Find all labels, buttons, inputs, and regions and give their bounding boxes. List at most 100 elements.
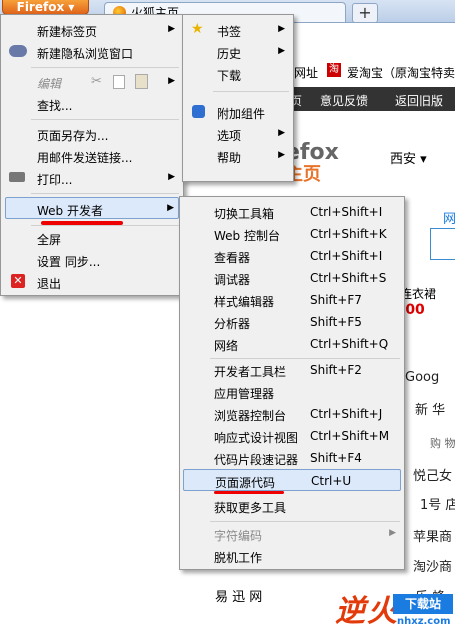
search-input[interactable]: [430, 228, 455, 260]
submenu-arrow-icon: ▶: [278, 150, 285, 160]
submenu-arrow-icon: ▶: [278, 46, 285, 56]
dev-item-shortcut: Ctrl+Shift+I: [310, 205, 383, 219]
watermark-badge: 下载站: [393, 594, 453, 614]
submenu-arrow-icon: ▶: [278, 128, 285, 138]
dev-item-shortcut: Shift+F2: [310, 363, 362, 377]
menu-item-email-link[interactable]: 用邮件发送链接...: [1, 145, 183, 167]
dev-item-page-source[interactable]: 页面源代码 Ctrl+U: [183, 469, 401, 491]
menu-item-find[interactable]: 查找...: [1, 93, 183, 115]
dev-item-label: Web 控制台: [214, 229, 280, 243]
menu-item-bookmarks[interactable]: ★ 书签 ▶: [183, 19, 293, 41]
promo-text[interactable]: 连衣裙: [400, 285, 436, 302]
menu-item-label: 页面另存为...: [37, 129, 109, 143]
dev-item-profiler[interactable]: 分析器 Shift+F5: [180, 311, 404, 333]
nav-item-old-version[interactable]: 返回旧版: [395, 92, 443, 109]
dev-item-toggle-toolbox[interactable]: 切换工具箱 Ctrl+Shift+I: [180, 201, 404, 223]
new-tab-button[interactable]: +: [352, 3, 378, 23]
dev-item-responsive-design[interactable]: 响应式设计视图 Ctrl+Shift+M: [180, 425, 404, 447]
dev-item-debugger[interactable]: 调试器 Ctrl+Shift+S: [180, 267, 404, 289]
menu-item-save-page[interactable]: 页面另存为...: [1, 123, 183, 145]
firefox-main-menu-right: ★ 书签 ▶ 历史 ▶ 下载 附加组件 选项 ▶ 帮助 ▶: [182, 14, 294, 182]
menu-item-label: 退出: [37, 277, 62, 291]
dev-item-label: 样式编辑器: [214, 295, 275, 309]
dev-item-scratchpad[interactable]: 代码片段速记器 Shift+F4: [180, 447, 404, 469]
dev-item-label: 分析器: [214, 317, 251, 331]
dev-item-work-offline[interactable]: 脱机工作: [180, 545, 404, 567]
copy-icon: [113, 75, 125, 89]
city-label: 西安: [390, 152, 417, 167]
bookmark-link[interactable]: 爱淘宝（原淘宝特卖: [347, 64, 455, 81]
menu-item-addons[interactable]: 附加组件: [183, 101, 293, 123]
menu-separator: [31, 67, 179, 68]
dev-item-label: 代码片段速记器: [214, 453, 299, 467]
menu-item-private-window[interactable]: 新建隐私浏览窗口: [1, 41, 183, 63]
dev-item-app-manager[interactable]: 应用管理器: [180, 381, 404, 403]
right-link[interactable]: 苹果商: [413, 526, 455, 545]
dev-item-shortcut: Ctrl+Shift+M: [310, 429, 390, 443]
dev-item-label: 切换工具箱: [214, 207, 275, 221]
right-link: 购 物: [430, 437, 455, 450]
city-selector[interactable]: 西安 ▾: [390, 148, 427, 167]
submenu-arrow-icon: ▶: [168, 172, 175, 182]
menu-item-downloads[interactable]: 下载: [183, 63, 293, 85]
menu-item-options[interactable]: 选项 ▶: [183, 123, 293, 145]
annotation-underline: [214, 491, 284, 494]
menu-item-label: 新建标签页: [37, 25, 98, 39]
submenu-arrow-icon: ▶: [168, 24, 175, 34]
dev-item-label: 响应式设计视图: [214, 431, 299, 445]
menu-item-print[interactable]: 打印... ▶: [1, 167, 183, 189]
dev-item-network[interactable]: 网络 Ctrl+Shift+Q: [180, 333, 404, 355]
dev-item-developer-toolbar[interactable]: 开发者工具栏 Shift+F2: [180, 359, 404, 381]
search-tab[interactable]: 网: [443, 208, 455, 227]
menu-separator: [31, 225, 179, 226]
menu-item-fullscreen[interactable]: 全屏: [1, 227, 183, 249]
dev-item-get-more-tools[interactable]: 获取更多工具: [180, 495, 404, 517]
menu-item-label: Web 开发者: [37, 204, 103, 218]
menu-item-label: 设置 同步...: [37, 255, 101, 269]
dev-item-shortcut: Shift+F7: [310, 293, 362, 307]
dev-item-shortcut: Ctrl+Shift+Q: [310, 337, 389, 351]
paste-icon: [135, 74, 148, 89]
dev-item-label: 应用管理器: [214, 387, 275, 401]
dev-item-shortcut: Ctrl+Shift+I: [310, 249, 383, 263]
menu-item-web-developer[interactable]: Web 开发者 ▶: [5, 197, 179, 219]
dev-item-web-console[interactable]: Web 控制台 Ctrl+Shift+K: [180, 223, 404, 245]
menu-item-sync[interactable]: 设置 同步...: [1, 249, 183, 271]
taobao-icon: 淘: [327, 63, 341, 77]
dev-item-shortcut: Ctrl+Shift+S: [310, 271, 387, 285]
right-link[interactable]: 悦己女: [413, 465, 455, 484]
right-link[interactable]: Goog: [405, 370, 455, 385]
dev-item-browser-console[interactable]: 浏览器控制台 Ctrl+Shift+J: [180, 403, 404, 425]
menu-item-new-tab[interactable]: 新建标签页 ▶: [1, 19, 183, 41]
menu-item-label: 打印...: [37, 173, 73, 187]
menu-item-label: 编辑: [37, 77, 62, 91]
menu-item-label: 帮助: [217, 151, 242, 165]
right-link[interactable]: 1号 店: [420, 494, 455, 513]
menu-item-label: 历史: [217, 47, 242, 61]
dev-item-inspector[interactable]: 查看器 Ctrl+Shift+I: [180, 245, 404, 267]
menu-item-label: 书签: [217, 25, 242, 39]
dev-item-label: 开发者工具栏: [214, 365, 287, 379]
right-link[interactable]: 新 华: [415, 399, 455, 418]
web-developer-submenu: 切换工具箱 Ctrl+Shift+I Web 控制台 Ctrl+Shift+K …: [179, 196, 405, 570]
dev-item-shortcut: Ctrl+U: [311, 474, 352, 488]
dev-item-character-encoding[interactable]: 字符编码 ▶: [180, 523, 404, 545]
submenu-arrow-icon: ▶: [167, 203, 174, 213]
menu-item-edit[interactable]: 编辑 ✂ ▶: [1, 71, 183, 93]
menu-item-history[interactable]: 历史 ▶: [183, 41, 293, 63]
exit-icon: ✕: [11, 274, 25, 288]
bottom-link[interactable]: 易 迅 网: [215, 586, 262, 605]
menu-separator: [31, 119, 179, 120]
firefox-menu-button[interactable]: Firefox ▼: [2, 0, 89, 15]
dev-item-label: 脱机工作: [214, 551, 263, 565]
submenu-arrow-icon: ▶: [168, 76, 175, 86]
menu-item-exit[interactable]: ✕ 退出: [1, 271, 183, 293]
dev-item-style-editor[interactable]: 样式编辑器 Shift+F7: [180, 289, 404, 311]
menu-item-help[interactable]: 帮助 ▶: [183, 145, 293, 167]
right-link[interactable]: 淘沙商: [413, 556, 455, 575]
menu-item-label: 新建隐私浏览窗口: [37, 47, 134, 61]
nav-item-feedback[interactable]: 意见反馈: [320, 92, 368, 109]
bookmark-link[interactable]: 网址: [294, 64, 318, 81]
site-nav: 页 意见反馈 返回旧版: [290, 87, 455, 111]
dev-item-shortcut: Shift+F4: [310, 451, 362, 465]
